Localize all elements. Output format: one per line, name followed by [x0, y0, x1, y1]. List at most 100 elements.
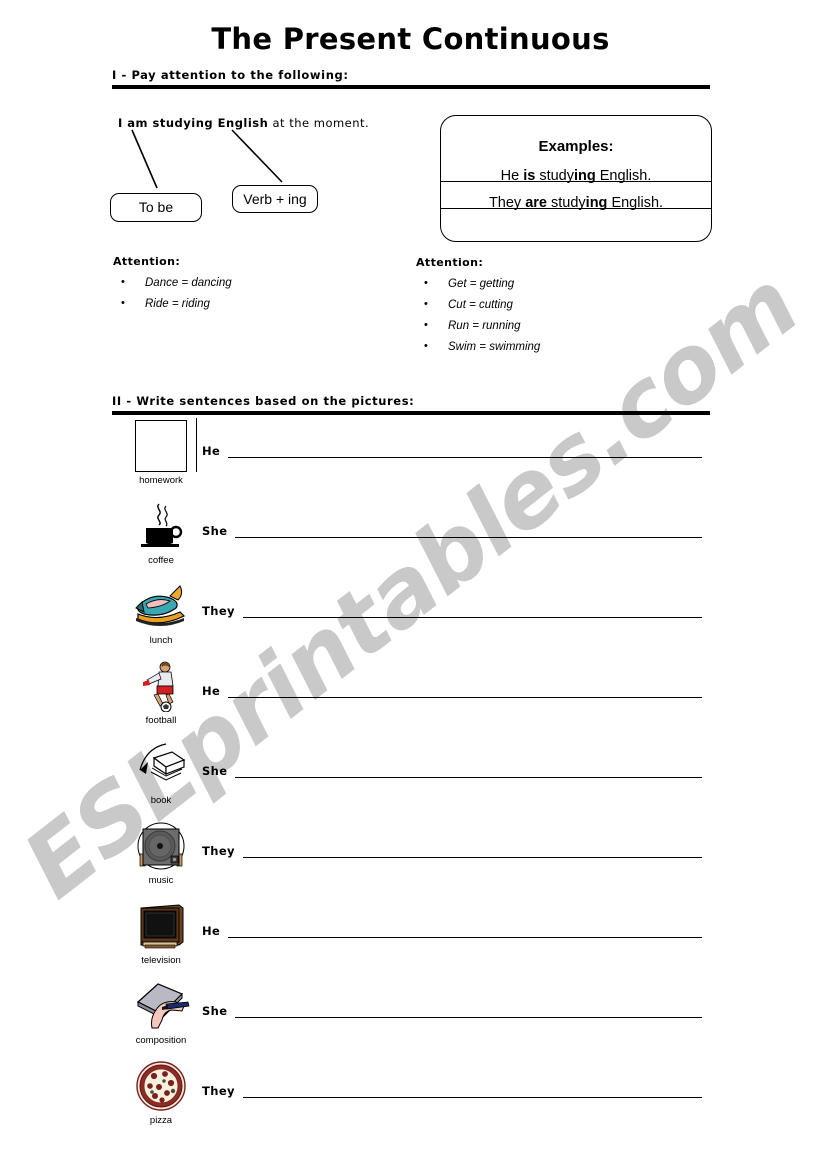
picture-cell: football: [128, 660, 194, 726]
attention-right-list: Get = getting Cut = cutting Run = runnin…: [416, 277, 540, 353]
answer-line[interactable]: [242, 604, 702, 618]
attention-block-right: Attention: Get = getting Cut = cutting R…: [416, 256, 540, 362]
example-line-2: They are studying English.: [441, 195, 711, 211]
answer-line[interactable]: [242, 844, 702, 858]
answer-cell: She: [202, 524, 702, 538]
picture-cell: lunch: [128, 580, 194, 646]
picture-caption: music: [148, 875, 174, 886]
attention-right-title: Attention:: [416, 256, 484, 269]
pronoun-label: He: [202, 684, 221, 698]
label-box-verb-ing: Verb + ing: [232, 185, 318, 213]
answer-line[interactable]: [235, 1004, 702, 1018]
label-box-to-be: To be: [110, 193, 202, 222]
pronoun-label: She: [202, 764, 228, 778]
pronoun-label: They: [202, 604, 235, 618]
section-1-label: I - Pay attention to the following:: [112, 68, 349, 82]
picture-cell: pizza: [128, 1060, 194, 1126]
section-1-rule: [112, 85, 710, 89]
television-icon: [132, 900, 190, 952]
list-item: Dance = dancing: [113, 276, 232, 289]
picture-caption: football: [145, 715, 177, 726]
answer-line[interactable]: [228, 684, 702, 698]
worksheet-page: ESLprintables.com The Present Continuous…: [0, 0, 821, 1169]
answer-cell: She: [202, 764, 702, 778]
picture-caption: television: [141, 955, 181, 966]
pronoun-label: He: [202, 444, 221, 458]
list-item: Get = getting: [416, 277, 540, 290]
page-title: The Present Continuous: [211, 22, 610, 56]
picture-caption: coffee: [148, 555, 174, 566]
soccer-player-icon: [132, 660, 190, 712]
list-item: Ride = riding: [113, 297, 232, 310]
examples-heading: Examples:: [538, 138, 614, 155]
picture-cell: composition: [128, 980, 194, 1046]
pronoun-label: They: [202, 844, 235, 858]
list-item: Run = running: [416, 319, 540, 332]
list-item: Cut = cutting: [416, 298, 540, 311]
example-sentence-bold: I am studying English: [118, 116, 269, 130]
picture-caption: composition: [135, 1035, 187, 1046]
answer-cell: They: [202, 604, 702, 618]
picture-cell: music: [128, 820, 194, 886]
section-2-rule: [112, 411, 710, 415]
open-book-icon: [132, 740, 190, 792]
answer-cell: They: [202, 1084, 702, 1098]
picture-caption: lunch: [149, 635, 173, 646]
answer-cell: They: [202, 844, 702, 858]
pronoun-label: They: [202, 1084, 235, 1098]
answer-line[interactable]: [235, 764, 702, 778]
table-row: music They: [112, 820, 712, 900]
ex1-part-d: ing: [573, 168, 596, 184]
table-row: composition She: [112, 980, 712, 1060]
attention-left-list: Dance = dancing Ride = riding: [113, 276, 232, 310]
table-row: television He: [112, 900, 712, 980]
section-heading-2: II - Write sentences based on the pictur…: [112, 394, 710, 415]
attention-block-left: Attention: Dance = dancing Ride = riding: [113, 255, 232, 319]
answer-cell: He: [202, 444, 702, 458]
picture-cell: television: [128, 900, 194, 966]
table-row: homework He: [112, 420, 712, 500]
table-row: book She: [112, 740, 712, 820]
picture-caption: homework: [139, 475, 183, 486]
ex2-part-d: ing: [585, 195, 608, 211]
ex2-part-b: are: [525, 195, 547, 211]
pizza-icon: [132, 1060, 190, 1112]
answer-line[interactable]: [228, 924, 702, 938]
ex1-part-c: study: [535, 168, 574, 184]
ex1-part-a: He: [500, 168, 524, 184]
coffee-cup-icon: [132, 500, 190, 552]
blank-box-icon: [132, 420, 190, 472]
section-heading-1: I - Pay attention to the following:: [112, 68, 710, 89]
pronoun-label: He: [202, 924, 221, 938]
turntable-icon: [132, 820, 190, 872]
picture-cell: homework: [128, 420, 194, 486]
picture-cell: coffee: [128, 500, 194, 566]
example-sentence-rest: at the moment.: [268, 116, 370, 130]
writing-hand-icon: [132, 980, 190, 1032]
exercise-list: homework He coffee She lunch They footba…: [112, 420, 712, 1140]
table-row: pizza They: [112, 1060, 712, 1140]
picture-caption: pizza: [149, 1115, 173, 1126]
ex1-part-b: is: [523, 168, 536, 184]
picture-cell: book: [128, 740, 194, 806]
ex2-part-c: study: [546, 195, 586, 211]
answer-cell: He: [202, 684, 702, 698]
ex1-part-e: English.: [595, 168, 652, 184]
answer-line[interactable]: [228, 444, 702, 458]
table-row: lunch They: [112, 580, 712, 660]
table-row: football He: [112, 660, 712, 740]
examples-box: Examples: He is studying English. They a…: [440, 115, 712, 242]
picture-caption: book: [150, 795, 172, 806]
fish-plate-icon: [132, 580, 190, 632]
answer-line[interactable]: [242, 1084, 702, 1098]
attention-left-title: Attention:: [113, 255, 181, 268]
answer-cell: He: [202, 924, 702, 938]
ex2-part-a: They: [488, 195, 526, 211]
pronoun-label: She: [202, 1004, 228, 1018]
ex2-part-e: English.: [607, 195, 664, 211]
section-2-label: II - Write sentences based on the pictur…: [112, 394, 415, 408]
answer-line[interactable]: [235, 524, 702, 538]
pronoun-label: She: [202, 524, 228, 538]
table-row: coffee She: [112, 500, 712, 580]
list-item: Swim = swimming: [416, 340, 540, 353]
